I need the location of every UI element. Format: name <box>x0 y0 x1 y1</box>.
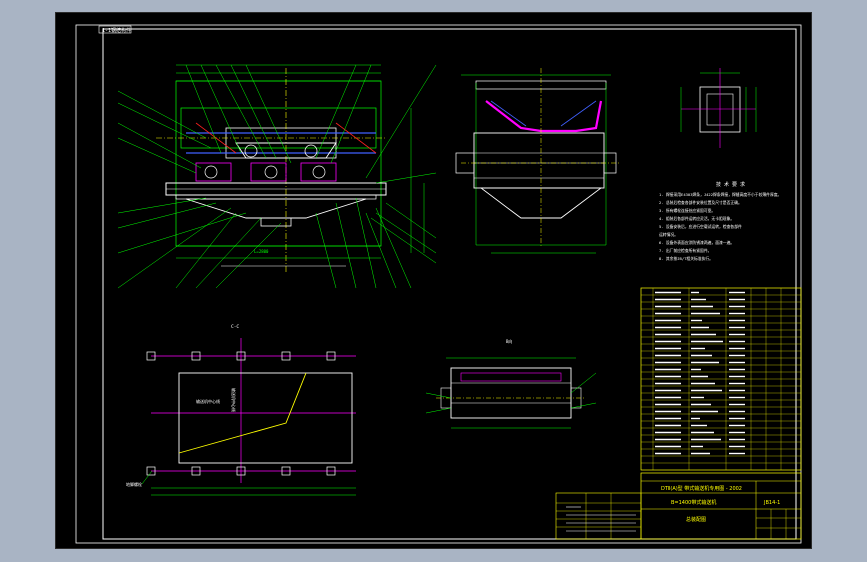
plan-note-2: 输送机中心线 <box>231 388 237 412</box>
drawing-name: B=1400带式输送机 <box>671 499 716 506</box>
bill-of-materials <box>640 287 802 471</box>
note-line: 3. 所有螺栓连接处应紧固可靠。 <box>659 208 715 213</box>
note-line: 运转情况。 <box>659 232 678 237</box>
sheet-outer-border <box>75 24 802 544</box>
note-line: 6. 设备外表面应涂防锈漆两遍，面漆一遍。 <box>659 240 734 245</box>
detail-top-right <box>680 68 757 148</box>
note-line: 1. 焊接采用E4303焊条，J422焊条焊接，焊缝高度不小于较薄件厚度。 <box>659 192 781 197</box>
drawing-number: JB14-1 <box>763 500 780 506</box>
notes-title: 技 术 要 求 <box>716 181 745 188</box>
plan-note: 输送机中心线 <box>196 398 220 404</box>
revision-table <box>555 492 642 540</box>
b-view: B向 <box>425 338 597 429</box>
project-title: DTⅡ(A)型 带式输送机专用图 - 2002 <box>661 485 742 492</box>
note-line: 7. 出厂前应检查所有紧固件。 <box>659 248 711 253</box>
note-line: 2. 总装后检查各部件安装位置及尺寸是否正确。 <box>659 200 742 205</box>
note-line: 5. 设备安装后，应进行空载试运转，检查各部件 <box>659 224 742 229</box>
note-line: 8. 其余按JB/T相关标准执行。 <box>659 256 713 261</box>
title-block: DTⅡ(A)型 带式输送机专用图 - 2002 B=1400带式输送机 JB14… <box>640 472 802 540</box>
sheet-tag: 1-1钢结构件 <box>102 27 131 34</box>
sheet-inner-border <box>102 28 797 540</box>
foundation-plan: C-C 输送机中心线 输送机中心线 地脚螺栓 <box>126 324 356 496</box>
main-elevation-view: L=2800 <box>117 64 437 289</box>
note-line: 4. 组装后各部件运转应灵活，无卡阻现象。 <box>659 216 734 221</box>
svg-text:L=2800: L=2800 <box>254 249 269 254</box>
view-name: 总装配图 <box>686 516 706 523</box>
anchor-label: 地脚螺栓 <box>126 481 142 487</box>
section-label: C-C <box>231 324 239 330</box>
cad-model-viewport[interactable]: 1-1钢结构件 L=2800 技 术 要 求 1. 焊接采用E4303焊条，J4… <box>55 12 812 549</box>
technical-notes: 技 术 要 求 1. 焊接采用E4303焊条，J422焊条焊接，焊缝高度不小于较… <box>659 181 781 261</box>
side-view <box>455 68 621 254</box>
cad-drawing[interactable]: 1-1钢结构件 L=2800 技 术 要 求 1. 焊接采用E4303焊条，J4… <box>56 13 813 550</box>
b-view-label: B向 <box>506 338 512 344</box>
